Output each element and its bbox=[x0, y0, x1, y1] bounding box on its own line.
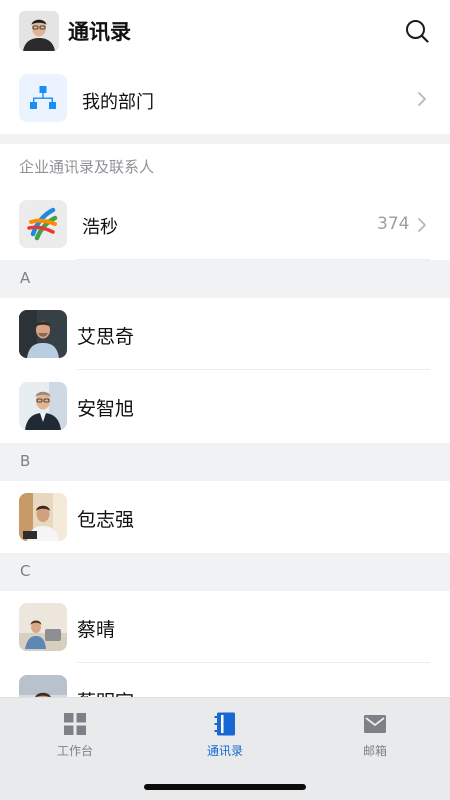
contact-name: 蔡晴 bbox=[77, 619, 116, 641]
tab-contacts[interactable]: 通讯录 bbox=[150, 698, 300, 768]
contact-row[interactable]: 蔡晴 bbox=[0, 591, 450, 663]
index-letter-c: C bbox=[0, 553, 450, 591]
contact-avatar bbox=[19, 493, 67, 541]
mail-icon bbox=[363, 712, 387, 736]
index-letter-a: A bbox=[0, 260, 450, 298]
index-letter: C bbox=[20, 562, 31, 580]
search-icon[interactable] bbox=[405, 19, 429, 43]
my-department-label: 我的部门 bbox=[82, 92, 154, 113]
index-letter: A bbox=[20, 269, 31, 287]
grid-icon bbox=[63, 712, 87, 736]
tab-label: 通讯录 bbox=[206, 744, 243, 758]
user-avatar[interactable] bbox=[19, 11, 59, 51]
home-indicator[interactable] bbox=[144, 784, 306, 790]
organization-logo bbox=[19, 200, 67, 248]
contacts-book-icon bbox=[213, 712, 237, 736]
contact-row[interactable]: 安智旭 bbox=[0, 370, 450, 442]
app-header: 通讯录 bbox=[0, 0, 450, 64]
contact-row[interactable]: 包志强 bbox=[0, 481, 450, 553]
contact-name: 安智旭 bbox=[77, 398, 135, 420]
contact-avatar bbox=[19, 382, 67, 430]
chevron-right-icon bbox=[417, 91, 427, 107]
section-divider bbox=[0, 134, 450, 144]
index-letter-b: B bbox=[0, 443, 450, 481]
contact-name: 艾思奇 bbox=[77, 326, 135, 348]
tab-label: 邮箱 bbox=[362, 744, 387, 758]
tab-workbench[interactable]: 工作台 bbox=[0, 698, 150, 768]
organization-row[interactable]: 浩秒 374 bbox=[0, 188, 450, 260]
org-chart-icon bbox=[19, 74, 67, 122]
tab-mail[interactable]: 邮箱 bbox=[300, 698, 450, 768]
member-count: 374 bbox=[377, 214, 410, 234]
contact-avatar bbox=[19, 603, 67, 651]
section-caption: 企业通讯录及联系人 bbox=[19, 158, 155, 176]
chevron-right-icon bbox=[417, 217, 427, 233]
contact-avatar bbox=[19, 310, 67, 358]
contact-row[interactable]: 艾思奇 bbox=[0, 298, 450, 370]
page-title: 通讯录 bbox=[68, 20, 131, 44]
contact-name: 包志强 bbox=[77, 509, 135, 531]
index-letter: B bbox=[20, 452, 31, 470]
organization-name: 浩秒 bbox=[82, 217, 118, 238]
tab-label: 工作台 bbox=[56, 744, 93, 758]
my-department-row[interactable]: 我的部门 bbox=[0, 68, 450, 130]
